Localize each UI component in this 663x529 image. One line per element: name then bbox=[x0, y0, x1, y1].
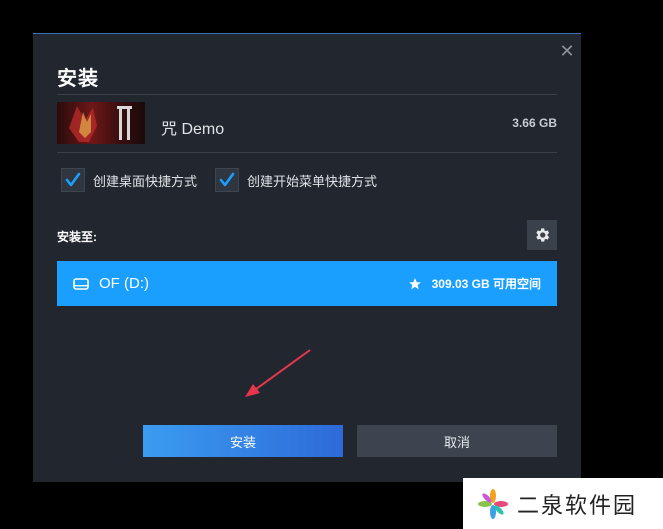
desktop-shortcut-label: 创建桌面快捷方式 bbox=[93, 173, 198, 189]
start-menu-shortcut-checkbox[interactable] bbox=[215, 168, 239, 192]
watermark-text: 二泉软件园 bbox=[517, 492, 638, 518]
gear-icon bbox=[536, 228, 550, 242]
game-size: 3.66 GB bbox=[512, 116, 557, 130]
cancel-button[interactable]: 取消 bbox=[357, 425, 557, 457]
game-thumbnail bbox=[57, 102, 145, 144]
watermark: 二泉软件园 bbox=[463, 478, 663, 529]
start-menu-shortcut-option[interactable]: 创建开始菜单快捷方式 bbox=[215, 168, 377, 192]
close-icon[interactable]: ✕ bbox=[559, 42, 575, 60]
divider bbox=[57, 94, 557, 95]
checkmark-icon bbox=[219, 172, 235, 187]
game-name: 咒 Demo bbox=[161, 121, 225, 138]
desktop-shortcut-option[interactable]: 创建桌面快捷方式 bbox=[61, 168, 197, 192]
drive-icon bbox=[73, 276, 89, 292]
install-dialog: ✕ 安装 咒 Demo 3.66 GB 创建桌面快捷方式 创建开始菜单快捷方式 … bbox=[33, 33, 581, 482]
drive-option[interactable]: OF (D:) 309.03 GB 可用空间 bbox=[57, 261, 557, 306]
install-to-label: 安装至: bbox=[57, 230, 97, 244]
install-button[interactable]: 安装 bbox=[143, 425, 343, 457]
star-icon bbox=[408, 277, 421, 289]
divider bbox=[57, 152, 557, 153]
dialog-title: 安装 bbox=[57, 68, 99, 90]
start-menu-shortcut-label: 创建开始菜单快捷方式 bbox=[247, 173, 378, 189]
checkmark-icon bbox=[65, 172, 81, 187]
drive-free-space: 309.03 GB 可用空间 bbox=[431, 277, 541, 291]
game-art-icon bbox=[69, 106, 132, 142]
drive-name: OF (D:) bbox=[99, 275, 149, 292]
logo-pinwheel-icon bbox=[478, 488, 508, 519]
desktop-shortcut-checkbox[interactable] bbox=[61, 168, 85, 192]
settings-button[interactable] bbox=[527, 220, 557, 250]
